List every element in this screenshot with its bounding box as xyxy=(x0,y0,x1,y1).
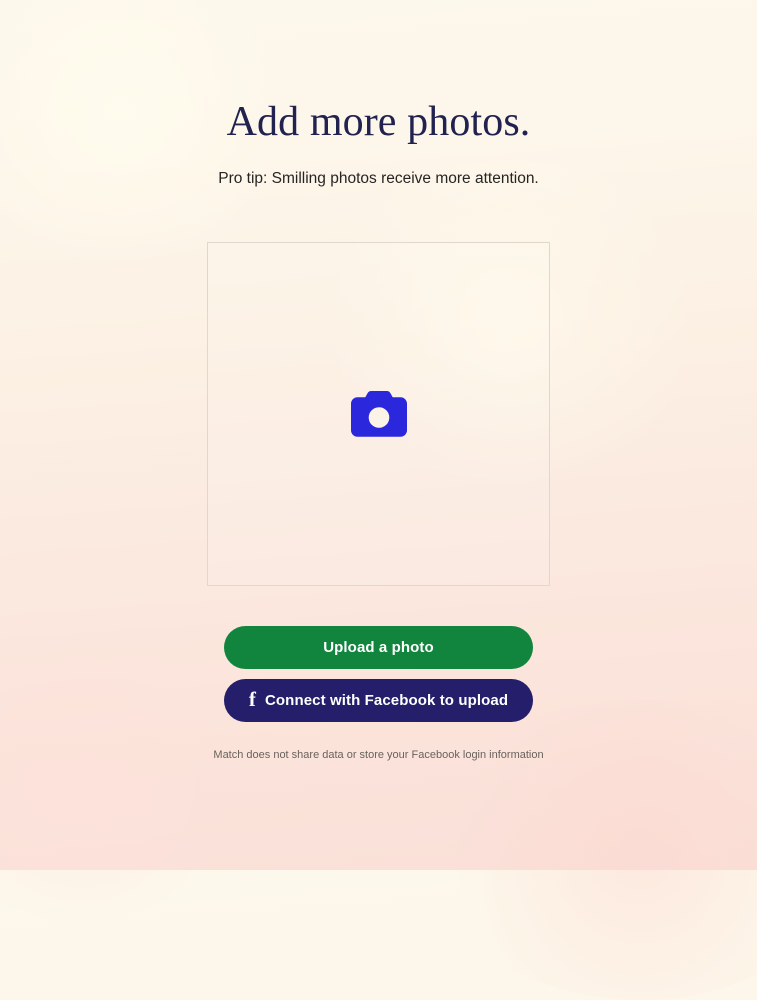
photo-upload-dropzone[interactable] xyxy=(207,242,550,587)
connect-with-facebook-button[interactable]: f Connect with Facebook to upload xyxy=(224,679,533,723)
page-subtitle: Pro tip: Smilling photos receive more at… xyxy=(218,170,539,188)
upload-actions: Upload a photo f Connect with Facebook t… xyxy=(224,626,533,723)
upload-a-photo-button[interactable]: Upload a photo xyxy=(224,626,533,670)
page-title: Add more photos. xyxy=(226,99,531,145)
connect-with-facebook-label: Connect with Facebook to upload xyxy=(264,692,509,710)
upload-a-photo-label: Upload a photo xyxy=(323,639,434,657)
camera-icon xyxy=(350,390,407,438)
privacy-disclaimer: Match does not share data or store your … xyxy=(213,749,544,762)
facebook-icon: f xyxy=(248,687,256,712)
add-photos-screen: Add more photos. Pro tip: Smilling photo… xyxy=(0,0,757,870)
